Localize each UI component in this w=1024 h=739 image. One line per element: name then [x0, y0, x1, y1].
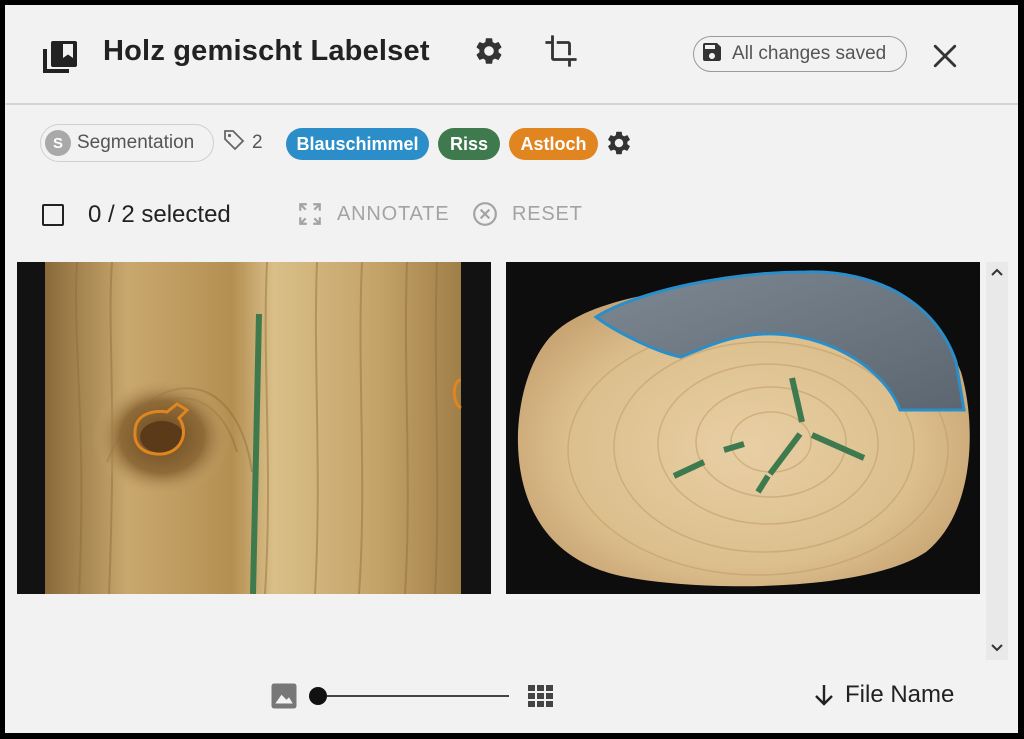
image-icon: [271, 683, 297, 709]
library-icon: [43, 41, 79, 80]
annotate-button[interactable]: ANNOTATE: [297, 201, 449, 227]
chevron-up-icon: [991, 268, 1003, 276]
image-card[interactable]: [506, 262, 980, 594]
selection-count: 0 / 2 selected: [88, 201, 231, 228]
log-cross-section-image: [506, 262, 980, 594]
gear-icon: [473, 35, 505, 72]
arrow-down-icon: [815, 685, 833, 706]
save-status-chip: All changes saved: [693, 36, 907, 72]
grid-scrollbar[interactable]: [986, 262, 1008, 660]
crop-button[interactable]: [544, 34, 578, 73]
label-chip-blauschimmel[interactable]: Blauschimmel: [286, 128, 429, 160]
reset-label: RESET: [512, 202, 583, 225]
selection-toolbar: 0 / 2 selected ANNOTATE RESET: [42, 201, 662, 241]
label-chip-astloch[interactable]: Astloch: [509, 128, 598, 160]
crop-icon: [544, 34, 578, 73]
small-thumbnail-button[interactable]: [269, 681, 299, 716]
select-all-checkbox[interactable]: [42, 204, 64, 226]
page-title: Holz gemischt Labelset: [103, 35, 430, 67]
grid-icon: [528, 685, 553, 707]
annotate-label: ANNOTATE: [337, 202, 450, 225]
scroll-up-button[interactable]: [986, 262, 1008, 282]
tag-icon: [222, 128, 246, 157]
scroll-down-button[interactable]: [986, 638, 1008, 658]
mode-label: Segmentation: [77, 132, 195, 153]
cancel-circle-icon: [473, 202, 497, 226]
wood-board-image: [17, 262, 491, 594]
label-count-value: 2: [252, 131, 263, 153]
thumbnail-size-slider[interactable]: [309, 685, 509, 707]
sort-label: File Name: [845, 681, 955, 708]
gear-icon: [608, 131, 630, 155]
fullscreen-icon: [299, 203, 321, 225]
settings-button[interactable]: [472, 36, 506, 70]
label-settings-button[interactable]: [605, 129, 633, 162]
sort-button[interactable]: File Name: [813, 681, 954, 709]
annotation-mode-chip[interactable]: S Segmentation: [40, 124, 214, 162]
slider-thumb[interactable]: [309, 687, 327, 705]
slider-track: [317, 695, 509, 697]
label-chip-riss[interactable]: Riss: [438, 128, 500, 160]
close-button[interactable]: [925, 38, 965, 78]
image-card[interactable]: [17, 262, 491, 594]
grid-view-button[interactable]: [526, 681, 558, 716]
label-count: 2: [222, 128, 263, 157]
mode-avatar: S: [45, 130, 71, 156]
labelset-dialog: Holz gemischt Labelset All changes saved: [5, 5, 1018, 733]
save-status-text: All changes saved: [732, 43, 887, 64]
save-icon: [700, 40, 724, 69]
reset-button[interactable]: RESET: [472, 201, 583, 227]
chevron-down-icon: [991, 644, 1003, 652]
close-icon: [932, 43, 958, 74]
dialog-header: Holz gemischt Labelset All changes saved: [5, 5, 1018, 105]
image-grid: [17, 262, 986, 622]
